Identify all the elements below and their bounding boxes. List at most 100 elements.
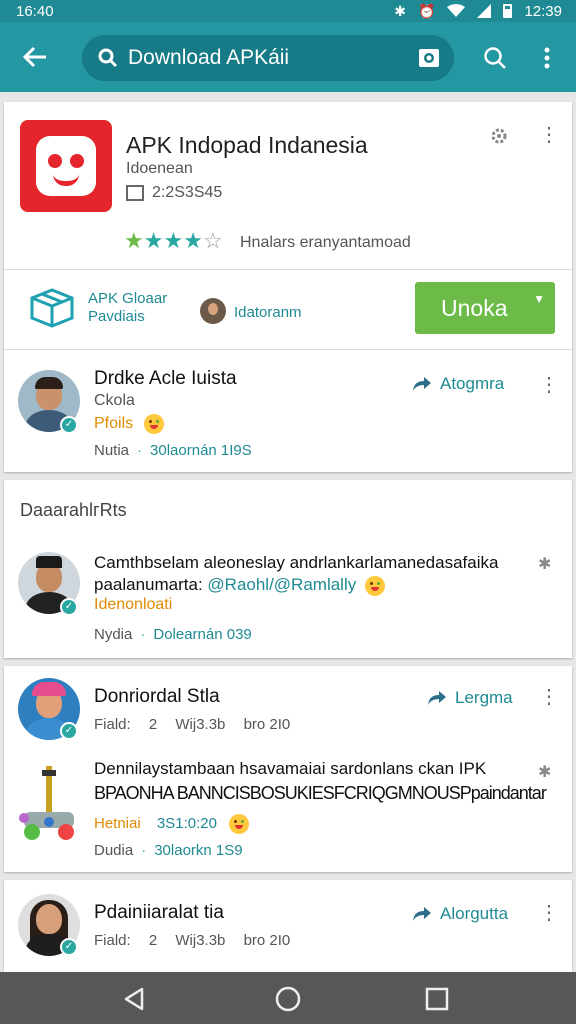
post-meta-left: Nydia (94, 626, 133, 643)
divider (4, 269, 572, 270)
feature-package-line2: Pavdiais (88, 308, 145, 325)
star-filled-icon: ★ (183, 228, 203, 253)
star-filled-icon: ★ (124, 228, 144, 253)
overflow-menu-button[interactable] (533, 44, 561, 72)
post-body-line2: paalanumarta: @Raohl/@Ramlally (94, 574, 385, 596)
app-card: APK Indopad Indanesia Idoenean 2:2S3S45 … (4, 102, 572, 472)
star-filled-icon: ★ (143, 228, 164, 253)
file-size-icon (126, 185, 144, 201)
post-body-line1: Dennilaystambaan hsavamaiai sardonlans c… (94, 759, 487, 778)
post-author[interactable]: Donriordal Stla (94, 686, 220, 708)
app-more-icon[interactable]: ⋮ (539, 125, 559, 145)
nav-recents-icon[interactable] (424, 986, 450, 1012)
post-author[interactable]: Drdke Acle Iuista (94, 368, 237, 390)
dropdown-arrow-icon[interactable]: ▼ (533, 292, 545, 306)
back-button[interactable] (0, 22, 70, 92)
search-icon (98, 48, 118, 68)
emoji-icon (229, 814, 250, 834)
share-label: Lergma (455, 688, 513, 707)
package-icon (30, 288, 74, 328)
post-sub-right: bro 2I0 (243, 716, 291, 733)
feature-developer[interactable]: Idatoranm (234, 304, 302, 321)
post-meta-left: Dudia (94, 842, 134, 859)
post-more-icon[interactable]: ⋮ (539, 903, 559, 923)
verified-badge-icon: ✓ (60, 416, 78, 434)
verified-badge-icon: ✓ (60, 722, 78, 740)
install-button[interactable]: Unoka ▼ (415, 282, 555, 334)
bluetooth-icon: ✱ (394, 2, 407, 19)
star-outline-icon[interactable]: ✱ (538, 554, 551, 574)
post-card: ✓ Pdainiiaralat tia Fiald: 2 Wĳ3.3b bro … (4, 880, 572, 972)
post-tag-text: Pfoils (94, 415, 134, 433)
search-query: Download APKáii (128, 46, 290, 69)
share-button[interactable]: Lergma (427, 688, 513, 708)
search-button[interactable] (481, 44, 509, 72)
feature-package-line1: APK Gloaar (88, 290, 168, 307)
search-input[interactable]: Download APKáii (82, 35, 454, 81)
post-sub-right: bro 2I0 (243, 932, 291, 949)
share-button[interactable]: Alorgutta (412, 904, 508, 924)
share-icon (428, 691, 446, 705)
wifi-icon (447, 4, 466, 17)
app-size: 2:2S3S45 (126, 184, 222, 202)
post-meta: Nutia · 30laornán 1I9S (94, 442, 252, 459)
share-button[interactable]: Atogmra (412, 374, 504, 394)
emoji-icon (364, 575, 385, 596)
share-label: Atogmra (440, 374, 505, 393)
emoji-icon (143, 414, 164, 434)
verified-badge-icon: ✓ (60, 598, 78, 616)
toy-robot-image (19, 766, 74, 840)
post-meta-right: Dolearnán 039 (153, 626, 252, 643)
more-vert-icon (544, 47, 550, 69)
app-developer[interactable]: Idoenean (126, 160, 193, 178)
search-icon (484, 47, 506, 69)
post-tag-left: Hetniai (94, 814, 141, 832)
rating-stars: ★ ★ ★ ★ ☆ (124, 230, 223, 252)
star-empty-icon: ☆ (202, 228, 223, 253)
app-size-value: 2:2S3S45 (152, 184, 223, 201)
post-sub-left: Fiald: (94, 932, 131, 949)
rating-text: Hnalars eranyantamoad (240, 234, 411, 251)
verified-badge-icon: ✓ (60, 938, 78, 956)
settings-icon[interactable] (489, 126, 509, 146)
post-tag: Hetniai 3S1:0:20 (94, 814, 250, 834)
feature-package: APK Gloaar Pavdiais (88, 290, 167, 326)
app-icon[interactable] (20, 120, 112, 212)
battery-icon (503, 4, 513, 18)
post-author[interactable]: Pdainiiaralat tia (94, 902, 224, 924)
mention-link[interactable]: @Raohl/@Ramlally (207, 575, 356, 594)
post-card: ✓ Donriordal Stla Fiald: 2 Wĳ3.3b bro 2I… (4, 666, 572, 872)
share-label: Alorgutta (440, 904, 509, 923)
post-meta-left: Nutia (94, 442, 130, 459)
post-tag: Idenonloati (94, 596, 173, 613)
alarm-icon: ⏰ (418, 2, 436, 19)
post-sub-mid: Wĳ3.3b (175, 932, 226, 949)
post-subtitle: Ckola (94, 392, 135, 409)
post-body-prefix: paalanumarta: (94, 575, 208, 594)
app-logo-face (36, 136, 96, 196)
star-outline-icon[interactable]: ✱ (538, 762, 551, 782)
post-more-icon[interactable]: ⋮ (539, 687, 559, 707)
nav-home-icon[interactable] (275, 986, 301, 1012)
section-card: DaaarahlгRts ✓ Camthbselam aleoneslay an… (4, 480, 572, 658)
status-clock-right: 12:39 (524, 2, 562, 20)
signal-icon (477, 4, 492, 18)
post-meta: Nydia · Dolearnán 039 (94, 626, 252, 643)
share-icon (413, 377, 431, 391)
post-subtitle: Fiald: 2 Wĳ3.3b bro 2I0 (94, 932, 290, 949)
post-meta: Dudia · 30laorkn 1S9 (94, 842, 243, 859)
status-bar: 16:40 ✱ ⏰ 12:39 (0, 0, 576, 22)
arrow-back-icon (22, 46, 46, 68)
post-sub-num: 2 (148, 716, 158, 733)
image-search-icon[interactable] (418, 48, 440, 68)
install-label: Unoka (441, 294, 508, 321)
nav-back-icon[interactable] (122, 986, 148, 1012)
share-icon (413, 907, 431, 921)
post-more-icon[interactable]: ⋮ (539, 375, 559, 395)
post-sub-num: 2 (148, 932, 158, 949)
navigation-bar (0, 972, 576, 1024)
post-body-line1: Camthbselam aleoneslay andrlankarlamaned… (94, 553, 499, 572)
toolbar: Download APKáii (0, 22, 576, 92)
developer-avatar (200, 298, 226, 324)
post-body-line2: BPAONHA BANNCISBOSUKIESFCRIQGMNOUSPpaind… (94, 783, 547, 803)
